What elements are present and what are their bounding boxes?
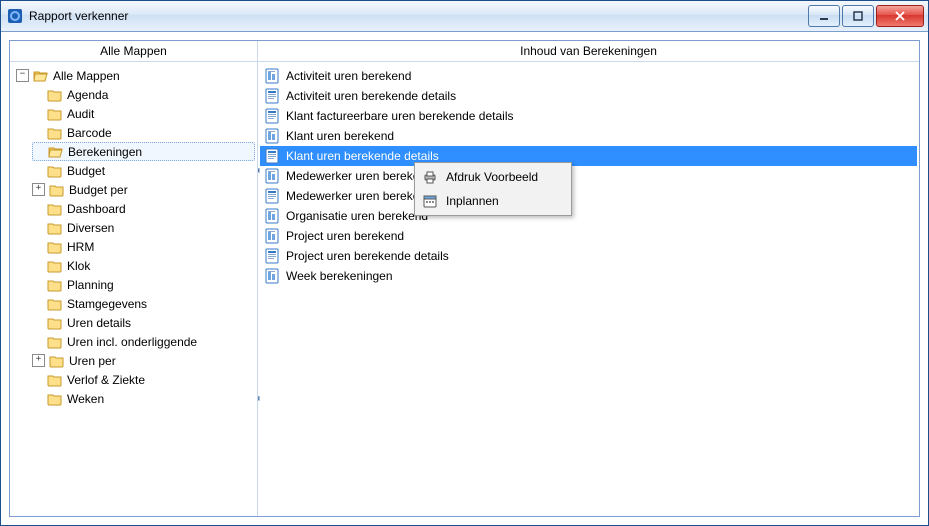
app-icon <box>7 8 23 24</box>
tree-root-label: Alle Mappen <box>53 69 120 83</box>
main-panel: Alle Mappen − Alle Mappen Agenda Audit <box>9 40 920 517</box>
minimize-button[interactable] <box>808 5 840 27</box>
left-pane: Alle Mappen − Alle Mappen Agenda Audit <box>10 41 258 516</box>
tree-node-agenda[interactable]: Agenda <box>32 85 255 104</box>
report-icon <box>264 208 280 224</box>
report-icon <box>264 168 280 184</box>
expand-icon[interactable]: + <box>32 354 45 367</box>
folder-icon <box>47 201 63 217</box>
client-area: Alle Mappen − Alle Mappen Agenda Audit <box>1 32 928 525</box>
folder-open-icon <box>33 68 49 84</box>
folder-icon <box>49 182 65 198</box>
tree-node-uren-per[interactable]: +Uren per <box>32 351 255 370</box>
right-pane: Inhoud van Berekeningen ◂ ◂ Activiteit u… <box>258 41 919 516</box>
folder-icon <box>47 315 63 331</box>
tree-node-diversen[interactable]: Diversen <box>32 218 255 237</box>
printer-icon <box>420 167 440 187</box>
collapse-icon[interactable]: − <box>16 69 29 82</box>
folder-icon <box>47 296 63 312</box>
tree-node-hrm[interactable]: HRM <box>32 237 255 256</box>
folder-open-icon <box>48 144 64 160</box>
context-menu-label: Afdruk Voorbeeld <box>446 170 538 184</box>
window-title: Rapport verkenner <box>29 9 808 23</box>
report-icon <box>264 228 280 244</box>
folder-icon <box>49 353 65 369</box>
tree-root[interactable]: − Alle Mappen <box>14 66 255 85</box>
folder-tree: − Alle Mappen Agenda Audit Barcode Berek… <box>12 66 255 408</box>
folder-icon <box>47 239 63 255</box>
tree-node-budget[interactable]: Budget <box>32 161 255 180</box>
calendar-icon <box>420 191 440 211</box>
tree-node-weken[interactable]: Weken <box>32 389 255 408</box>
folder-icon <box>47 334 63 350</box>
context-menu-schedule[interactable]: Inplannen <box>417 189 569 213</box>
right-pane-header: Inhoud van Berekeningen <box>258 41 919 62</box>
report-icon <box>264 88 280 104</box>
splitter-handle[interactable]: ◂ <box>258 382 261 414</box>
expand-icon[interactable]: + <box>32 183 45 196</box>
tree-node-klok[interactable]: Klok <box>32 256 255 275</box>
folder-tree-scroll[interactable]: − Alle Mappen Agenda Audit Barcode Berek… <box>10 62 257 516</box>
left-pane-header: Alle Mappen <box>10 41 257 62</box>
folder-icon <box>47 391 63 407</box>
tree-node-uren-incl-onderliggende[interactable]: Uren incl. onderliggende <box>32 332 255 351</box>
folder-icon <box>47 277 63 293</box>
folder-icon <box>47 106 63 122</box>
folder-icon <box>47 125 63 141</box>
close-button[interactable] <box>876 5 924 27</box>
tree-node-stamgegevens[interactable]: Stamgegevens <box>32 294 255 313</box>
folder-icon <box>47 258 63 274</box>
tree-node-verlof-ziekte[interactable]: Verlof & Ziekte <box>32 370 255 389</box>
report-icon <box>264 128 280 144</box>
report-item-klant-uren-berekend[interactable]: Klant uren berekend <box>260 126 917 146</box>
report-item-medewerker-uren-berekend[interactable]: Medewerker uren berekend <box>260 166 917 186</box>
context-menu: Afdruk Voorbeeld Inplannen <box>414 162 572 216</box>
context-menu-label: Inplannen <box>446 194 499 208</box>
window: Rapport verkenner Alle Mappen <box>0 0 929 526</box>
report-item-project-uren-berekende-details[interactable]: Project uren berekende details <box>260 246 917 266</box>
report-item-activiteit-uren-berekend[interactable]: Activiteit uren berekend <box>260 66 917 86</box>
report-icon <box>264 108 280 124</box>
tree-node-barcode[interactable]: Barcode <box>32 123 255 142</box>
report-item-week-berekeningen[interactable]: Week berekeningen <box>260 266 917 286</box>
report-icon <box>264 188 280 204</box>
maximize-button[interactable] <box>842 5 874 27</box>
tree-node-dashboard[interactable]: Dashboard <box>32 199 255 218</box>
report-list-scroll[interactable]: ◂ ◂ Activiteit uren berekend Activiteit … <box>258 62 919 516</box>
report-item-klant-uren-berekende-details[interactable]: Klant uren berekende details <box>260 146 917 166</box>
report-item-project-uren-berekend[interactable]: Project uren berekend <box>260 226 917 246</box>
folder-icon <box>47 372 63 388</box>
report-list: Activiteit uren berekend Activiteit uren… <box>260 66 917 286</box>
titlebar[interactable]: Rapport verkenner <box>1 1 928 32</box>
context-menu-print-preview[interactable]: Afdruk Voorbeeld <box>417 165 569 189</box>
folder-icon <box>47 163 63 179</box>
report-item-activiteit-uren-berekende-details[interactable]: Activiteit uren berekende details <box>260 86 917 106</box>
tree-node-budget-per[interactable]: +Budget per <box>32 180 255 199</box>
report-icon <box>264 248 280 264</box>
splitter-handle[interactable]: ◂ <box>258 154 261 186</box>
tree-node-berekeningen[interactable]: Berekeningen <box>32 142 255 161</box>
report-item-medewerker-uren-berekende-details[interactable]: Medewerker uren berekende details <box>260 186 917 206</box>
tree-node-uren-details[interactable]: Uren details <box>32 313 255 332</box>
report-icon <box>264 268 280 284</box>
tree-node-planning[interactable]: Planning <box>32 275 255 294</box>
report-item-klant-factureerbare-details[interactable]: Klant factureerbare uren berekende detai… <box>260 106 917 126</box>
folder-icon <box>47 87 63 103</box>
report-item-organisatie-uren-berekend[interactable]: Organisatie uren berekend <box>260 206 917 226</box>
report-icon <box>264 68 280 84</box>
report-icon <box>264 148 280 164</box>
tree-node-audit[interactable]: Audit <box>32 104 255 123</box>
folder-icon <box>47 220 63 236</box>
